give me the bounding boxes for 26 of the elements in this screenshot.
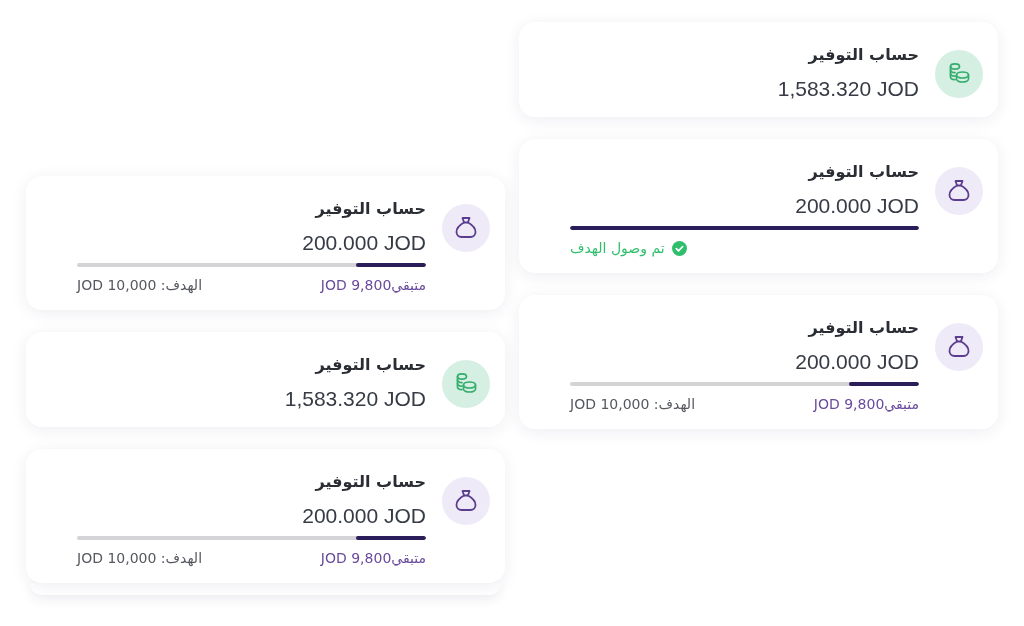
account-title: حساب التوفير	[808, 317, 919, 339]
account-title: حساب التوفير	[315, 354, 426, 376]
money-bag-icon	[935, 167, 983, 215]
balance-amount: 1,583.320 JOD	[284, 386, 426, 412]
account-title: حساب التوفير	[808, 44, 919, 66]
account-title: حساب التوفير	[315, 471, 426, 493]
remaining-amount: متبقي9,800 JOD	[320, 276, 426, 295]
money-bag-icon	[442, 477, 490, 525]
account-title: حساب التوفير	[808, 161, 919, 183]
money-bag-icon	[935, 323, 983, 371]
goal-reached-text: تم وصول الهدف	[570, 239, 665, 258]
balance-amount: 1,583.320 JOD	[777, 76, 919, 102]
balance-amount: 200.000 JOD	[795, 193, 919, 219]
check-circle-icon	[671, 240, 687, 256]
goal-target: الهدف: 10,000 JOD	[570, 395, 696, 414]
remaining-amount: متبقي9,800 JOD	[320, 549, 426, 568]
balance-amount: 200.000 JOD	[302, 230, 426, 256]
coins-icon	[442, 360, 490, 408]
goal-target: الهدف: 10,000 JOD	[77, 549, 203, 568]
balance-amount: 200.000 JOD	[302, 503, 426, 529]
coins-icon	[935, 50, 983, 98]
account-title: حساب التوفير	[315, 198, 426, 220]
money-bag-icon	[442, 204, 490, 252]
remaining-amount: متبقي9,800 JOD	[813, 395, 919, 414]
goal-target: الهدف: 10,000 JOD	[77, 276, 203, 295]
balance-amount: 200.000 JOD	[795, 349, 919, 375]
